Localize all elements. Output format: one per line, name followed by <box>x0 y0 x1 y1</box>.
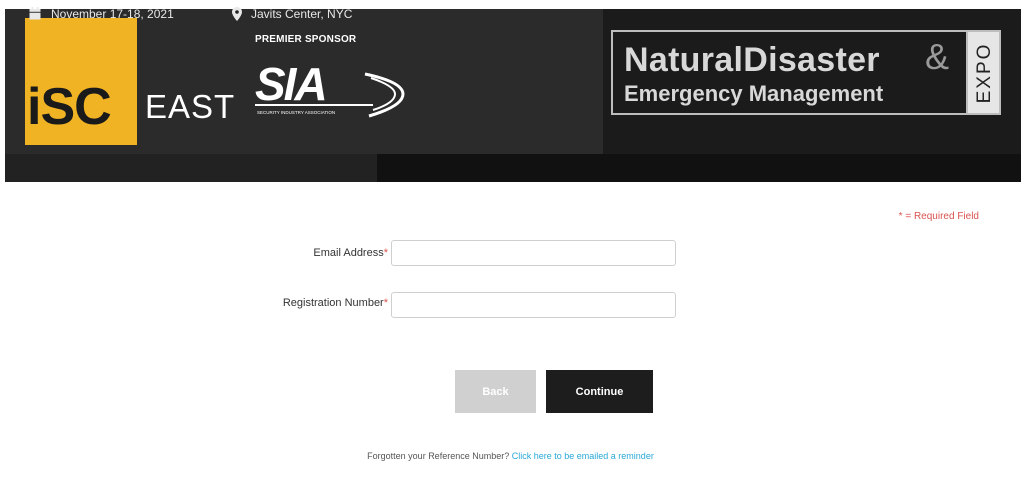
email-required-marker: * <box>383 247 388 259</box>
natural-disaster-logo-disaster: Disaster <box>743 41 880 79</box>
event-date: November 17-18, 2021 <box>51 7 174 21</box>
natural-disaster-logo-subtitle: Emergency Management <box>624 81 884 106</box>
email-reminder-link[interactable]: Click here to be emailed a reminder <box>512 451 654 461</box>
continue-button[interactable]: Continue <box>546 370 653 413</box>
forgot-reference-text: Forgotten your Reference Number? <box>367 451 510 461</box>
isc-east-logo-east: EAST <box>145 88 236 125</box>
event-info-bar-left <box>5 154 377 182</box>
sia-logo: SIA SECURITY INDUSTRY ASSOCIATION <box>255 60 405 118</box>
registration-required-marker: * <box>383 297 388 309</box>
event-info-bar <box>5 154 1021 182</box>
registration-number-field[interactable] <box>391 292 676 318</box>
registration-label-text: Registration Number <box>282 297 384 309</box>
map-marker-icon <box>232 7 242 21</box>
email-label-text: Email Address <box>313 247 384 259</box>
natural-disaster-logo-ampersand: & <box>925 36 950 77</box>
forgot-reference-line: Forgotten your Reference Number? Click h… <box>0 451 1021 461</box>
registration-label: Registration Number* <box>283 297 388 309</box>
calendar-icon <box>29 7 41 20</box>
event-location: Javits Center, NYC <box>251 7 353 21</box>
natural-disaster-logo-title: NaturalDisaster <box>624 40 880 80</box>
isc-east-logo-isc: iSC <box>27 78 112 136</box>
natural-disaster-logo-natural: Natural <box>624 41 744 79</box>
required-field-note: * = Required Field <box>898 211 979 222</box>
expo-tag-label: EXPO <box>974 42 995 104</box>
sia-logo-subtitle: SECURITY INDUSTRY ASSOCIATION <box>257 110 335 115</box>
email-field[interactable] <box>391 240 676 266</box>
premier-sponsor-label: PREMIER SPONSOR <box>255 34 357 45</box>
back-button[interactable]: Back <box>455 370 536 413</box>
expo-tag: EXPO <box>966 30 1001 115</box>
email-label: Email Address* <box>313 247 388 259</box>
sia-logo-mark: SIA <box>255 60 326 110</box>
